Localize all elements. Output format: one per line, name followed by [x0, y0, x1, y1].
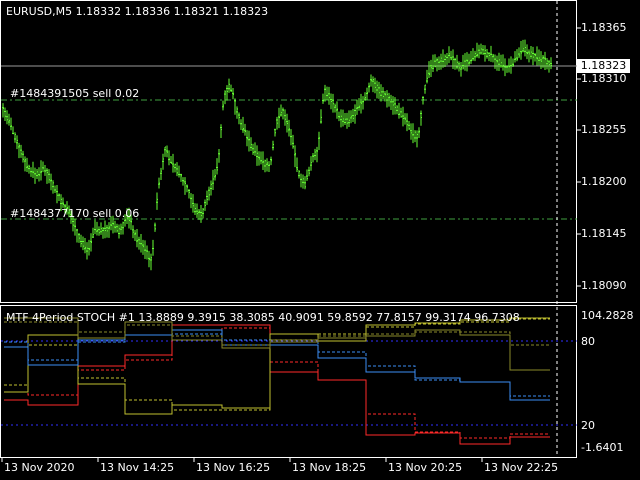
time-axis-label: 13 Nov 20:25 — [388, 461, 463, 474]
time-axis-label: 13 Nov 22:25 — [484, 461, 559, 474]
price-axis-label: 1.18145 — [581, 227, 627, 240]
time-axis-label: 13 Nov 18:25 — [292, 461, 367, 474]
price-axis-label: 1.18200 — [581, 175, 627, 188]
time-axis-label: 13 Nov 16:25 — [196, 461, 271, 474]
chart-canvas[interactable] — [0, 0, 640, 480]
price-axis-label: 1.18090 — [581, 279, 627, 292]
current-price-label: 1.18323 — [577, 59, 630, 73]
stoch-yellow-signal — [4, 318, 550, 411]
symbol-info-label: EURUSD,M5 1.18332 1.18336 1.18321 1.1832… — [6, 5, 269, 18]
indicator-axis-label: -1.6401 — [581, 441, 624, 454]
indicator-axis-label: 104.2828 — [581, 309, 634, 322]
indicator-info-label: MTF 4Period STOCH #1 13.8889 9.3915 38.3… — [6, 311, 520, 324]
stoch-blue-signal — [4, 333, 550, 397]
price-axis-label: 1.18255 — [581, 123, 627, 136]
time-axis-label: 13 Nov 14:25 — [100, 461, 175, 474]
indicator-axis-label: 20 — [581, 419, 595, 432]
price-candles — [2, 39, 552, 271]
price-axis-label: 1.18310 — [581, 72, 627, 85]
indicator-axis-label: 80 — [581, 335, 595, 348]
order-label-2[interactable]: #1484377170 sell 0.06 — [10, 207, 139, 220]
time-axis-label: 13 Nov 2020 — [4, 461, 75, 474]
order-label-1[interactable]: #1484391505 sell 0.02 — [10, 87, 139, 100]
price-axis-label: 1.18365 — [581, 21, 627, 34]
